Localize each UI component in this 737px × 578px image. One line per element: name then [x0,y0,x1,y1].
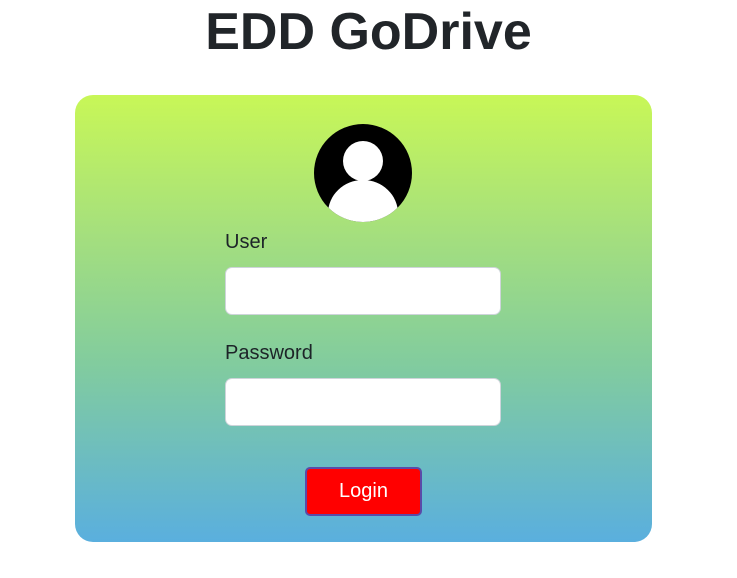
user-avatar-icon [314,124,412,222]
avatar-body [328,180,398,222]
user-input[interactable] [225,267,501,315]
login-button[interactable]: Login [305,467,422,516]
page: EDD GoDrive User Password Login [0,0,737,578]
password-label: Password [225,342,313,364]
password-input[interactable] [225,378,501,426]
avatar-head [343,141,383,181]
page-title: EDD GoDrive [205,3,532,61]
user-label: User [225,231,268,253]
login-card: User Password Login [75,95,652,542]
